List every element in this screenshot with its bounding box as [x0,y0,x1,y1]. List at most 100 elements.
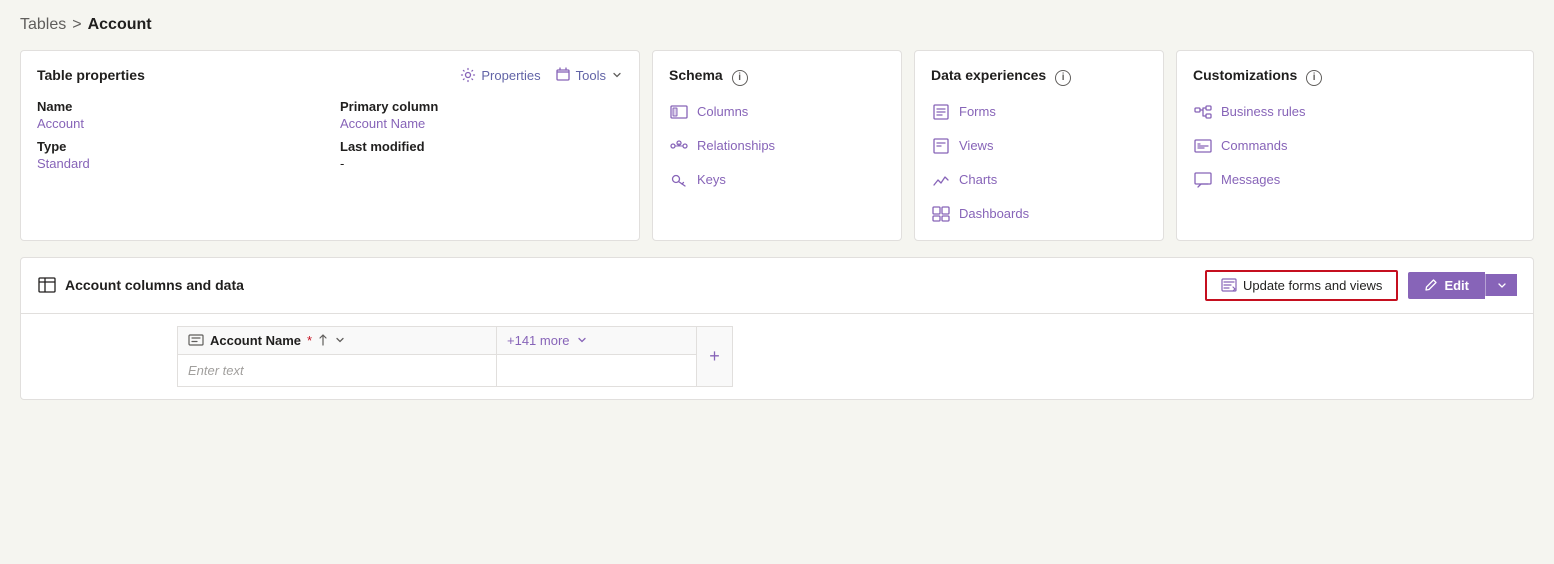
breadcrumb-parent[interactable]: Tables [20,16,66,34]
data-body: Account Name * Enter text +141 more [21,314,1533,399]
bottom-title: Account columns and data [65,277,244,293]
columns-label: Columns [697,104,748,119]
commands-label: Commands [1221,138,1287,153]
customizations-info-icon: i [1306,70,1322,86]
primary-column-prop: Primary column Account Name [340,99,623,131]
last-modified-prop: Last modified - [340,139,623,171]
messages-link[interactable]: Messages [1193,170,1517,190]
edit-button-group: Edit [1408,272,1517,299]
charts-link[interactable]: Charts [931,170,1147,190]
type-prop: Type Standard [37,139,320,171]
tools-label: Tools [576,68,606,83]
bottom-section: Account columns and data Update forms an… [20,257,1534,400]
messages-icon [1193,170,1213,190]
business-rules-icon [1193,102,1213,122]
customizations-list: Business rules Commands [1193,102,1517,190]
update-forms-label: Update forms and views [1243,278,1382,293]
schema-card: Schema i Columns [652,50,902,241]
columns-link[interactable]: Columns [669,102,885,122]
schema-list: Columns Relationships [669,102,885,190]
name-value[interactable]: Account [37,116,320,131]
sort-up-icon[interactable] [318,333,328,347]
schema-header: Schema i [669,67,885,86]
bottom-header-actions: Update forms and views Edit [1205,270,1517,301]
edit-label: Edit [1444,278,1469,293]
views-label: Views [959,138,993,153]
account-name-column: Account Name * Enter text [177,326,497,387]
primary-column-label: Primary column [340,99,623,114]
edit-dropdown-button[interactable] [1485,274,1517,296]
row-number-column [37,326,177,387]
table-properties-card: Table properties Properties [20,50,640,241]
account-name-col-title: Account Name [210,333,301,348]
forms-link[interactable]: Forms [931,102,1147,122]
breadcrumb-separator: > [72,16,81,34]
breadcrumb-current: Account [88,16,152,34]
business-rules-label: Business rules [1221,104,1306,119]
last-modified-label: Last modified [340,139,623,154]
required-star: * [307,333,312,348]
messages-label: Messages [1221,172,1280,187]
relationships-icon [669,136,689,156]
table-icon [37,275,57,295]
dashboards-link[interactable]: Dashboards [931,204,1147,224]
update-forms-button[interactable]: Update forms and views [1205,270,1398,301]
edit-button[interactable]: Edit [1408,272,1485,299]
relationships-link[interactable]: Relationships [669,136,885,156]
enter-text-cell[interactable]: Enter text [178,355,496,386]
customizations-title: Customizations i [1193,67,1322,86]
customizations-card: Customizations i Business rules [1176,50,1534,241]
last-modified-value: - [340,156,623,171]
data-experiences-header: Data experiences i [931,67,1147,86]
more-label: +141 more [507,333,570,348]
name-prop: Name Account [37,99,320,131]
table-properties-actions: Properties Tools [460,67,623,83]
commands-link[interactable]: Commands [1193,136,1517,156]
relationships-label: Relationships [697,138,775,153]
table-props-grid: Name Account Primary column Account Name… [37,99,623,171]
type-value[interactable]: Standard [37,156,320,171]
cards-row: Table properties Properties [20,50,1534,241]
update-forms-icon [1221,278,1237,292]
gear-icon [460,67,476,83]
views-link[interactable]: Views [931,136,1147,156]
dashboards-label: Dashboards [959,206,1029,221]
data-experiences-list: Forms Views [931,102,1147,224]
name-label: Name [37,99,320,114]
views-icon [931,136,951,156]
more-columns-col: +141 more [497,326,697,387]
data-experiences-card: Data experiences i Forms [914,50,1164,241]
chevron-down-icon [611,69,623,81]
keys-label: Keys [697,172,726,187]
primary-column-value[interactable]: Account Name [340,116,623,131]
properties-button[interactable]: Properties [460,67,540,83]
breadcrumb: Tables > Account [20,16,1534,34]
schema-title: Schema i [669,67,748,86]
charts-label: Charts [959,172,997,187]
add-column-button[interactable]: + [697,326,733,387]
forms-icon [931,102,951,122]
text-column-icon [188,334,204,346]
keys-link[interactable]: Keys [669,170,885,190]
edit-icon [1424,278,1438,292]
business-rules-link[interactable]: Business rules [1193,102,1517,122]
properties-label: Properties [481,68,540,83]
forms-label: Forms [959,104,996,119]
col-chevron-icon[interactable] [334,334,346,346]
charts-icon [931,170,951,190]
keys-icon [669,170,689,190]
bottom-header-title: Account columns and data [37,275,244,295]
enter-text-placeholder: Enter text [188,363,244,378]
type-label: Type [37,139,320,154]
commands-icon [1193,136,1213,156]
data-experiences-title: Data experiences i [931,67,1071,86]
bottom-header: Account columns and data Update forms an… [21,258,1533,314]
data-experiences-info-icon: i [1055,70,1071,86]
account-name-col-header: Account Name * [178,327,496,355]
add-column-icon: + [709,346,720,367]
tools-button[interactable]: Tools [555,67,623,83]
more-columns-header[interactable]: +141 more [497,327,696,355]
table-properties-title: Table properties [37,67,145,83]
columns-icon [669,102,689,122]
tools-icon [555,67,571,83]
